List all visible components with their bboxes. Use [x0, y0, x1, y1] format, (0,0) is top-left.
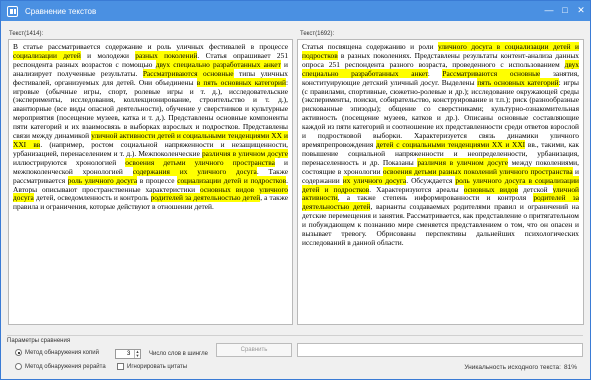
shingle-label: Число слов в шингле [149, 351, 208, 357]
right-highlight-match: их уличного досуга [342, 175, 407, 185]
shingle-value: 3 [127, 351, 131, 357]
comparison-settings: Параметры сравнения Метод обнаружения ко… [7, 335, 583, 380]
uniqueness-label: Уникальность исходного текста: [464, 364, 561, 371]
app-icon [7, 5, 18, 17]
left-text-fragment: иллюстрируются хронологией [13, 157, 126, 167]
right-highlight-match: различия в уличном досуге [417, 157, 508, 167]
uniqueness-value: 81% [563, 364, 577, 371]
left-highlight-match: различия в уличном досуге [201, 148, 288, 158]
compare-window: Сравнение текстов — □ ✕ Текст(1414): Тек… [0, 0, 591, 380]
right-text-fragment: в разных поколениях. Представлены резуль… [302, 50, 579, 69]
ignore-quotes-checkbox[interactable]: Игнорировать цитаты [117, 363, 187, 370]
left-text-fragment: В статье рассматривается содержание и ро… [13, 42, 288, 51]
right-text-content[interactable]: Статья посвящена содержанию и роли уличн… [302, 42, 580, 248]
right-text-fragment: : игры (с правилами, спортивные, сюжетно… [302, 77, 579, 149]
left-highlight-match: социализации детей и подростков [177, 175, 287, 185]
radio-unchecked-icon[interactable] [15, 363, 22, 370]
right-highlight-match: Рассматриваются основные [442, 68, 541, 78]
right-text-fragment: детской [518, 184, 553, 194]
title-bar[interactable]: Сравнение текстов — □ ✕ [1, 1, 590, 21]
left-text-fragment: детей, осведомленность и контроль [33, 193, 151, 203]
minimize-icon[interactable]: — [542, 3, 556, 17]
left-highlight-match: Рассматриваются основные [142, 68, 234, 78]
right-highlight-match: основных видов [463, 184, 519, 194]
left-text-pane[interactable]: В статье рассматривается содержание и ро… [8, 39, 293, 325]
shingle-spinner[interactable]: 3 ▲ ▼ [115, 349, 141, 359]
compare-button[interactable]: Сравнить [216, 343, 292, 357]
right-text-fragment: , а также степень информированности и ко… [337, 193, 534, 203]
right-highlight-match: пять основных категорий [477, 77, 559, 87]
right-text-fragment: . [427, 68, 443, 78]
ignore-quotes-label: Игнорировать цитаты [127, 363, 188, 370]
left-highlight-match: социализации детей [13, 50, 81, 60]
left-highlight-match: разных поколений [135, 50, 198, 60]
radio-copies-method[interactable]: Метод обнаружения копий [15, 349, 99, 356]
left-text-fragment: в процессе [137, 175, 178, 185]
left-highlight-match: двух специально разработанных анкет [155, 59, 281, 69]
right-text-fragment: Статья посвящена содержанию и роли [302, 42, 438, 51]
left-highlight-match: родителей за деятельностью детей [150, 193, 261, 203]
left-text-content[interactable]: В статье рассматривается содержание и ро… [13, 42, 288, 212]
radio-checked-icon[interactable] [15, 349, 22, 356]
left-highlight-match: содержания их уличного досуга [132, 166, 257, 176]
left-highlight-match: освоения детьми уличного пространства [125, 157, 275, 167]
left-text-label: Текст(1414): [9, 31, 44, 37]
right-highlight-match: детей с социальными тенденциями XX и XXI [375, 139, 526, 149]
right-text-label: Текст(1692): [300, 31, 335, 37]
right-highlight-match: освоения детьми разных поколений уличног… [382, 166, 573, 176]
radio-rewrite-method[interactable]: Метод обнаружения рерайта [15, 363, 106, 370]
right-text-fragment: . Характеризуются ареалы [369, 184, 464, 194]
maximize-icon[interactable]: □ [558, 3, 572, 17]
left-highlight-match: роль уличного досуга [67, 175, 138, 185]
left-text-fragment: и молодежи [80, 50, 136, 60]
left-highlight-match: в пять основных категорий [196, 77, 286, 87]
spinner-arrows-icon[interactable]: ▲ ▼ [134, 350, 140, 358]
uniqueness-status: Уникальность исходного текста: 81% [464, 364, 577, 371]
settings-title: Параметры сравнения [7, 338, 71, 344]
right-text-pane[interactable]: Статья посвящена содержанию и роли уличн… [297, 39, 584, 325]
checkbox-icon[interactable] [117, 363, 124, 370]
window-title: Сравнение текстов [25, 6, 97, 16]
radio-rewrite-label: Метод обнаружения рерайта [25, 363, 106, 370]
radio-copies-label: Метод обнаружения копий [25, 349, 99, 356]
right-text-fragment: . Обсуждается [406, 175, 456, 185]
close-icon[interactable]: ✕ [574, 3, 588, 17]
result-field [297, 343, 583, 357]
